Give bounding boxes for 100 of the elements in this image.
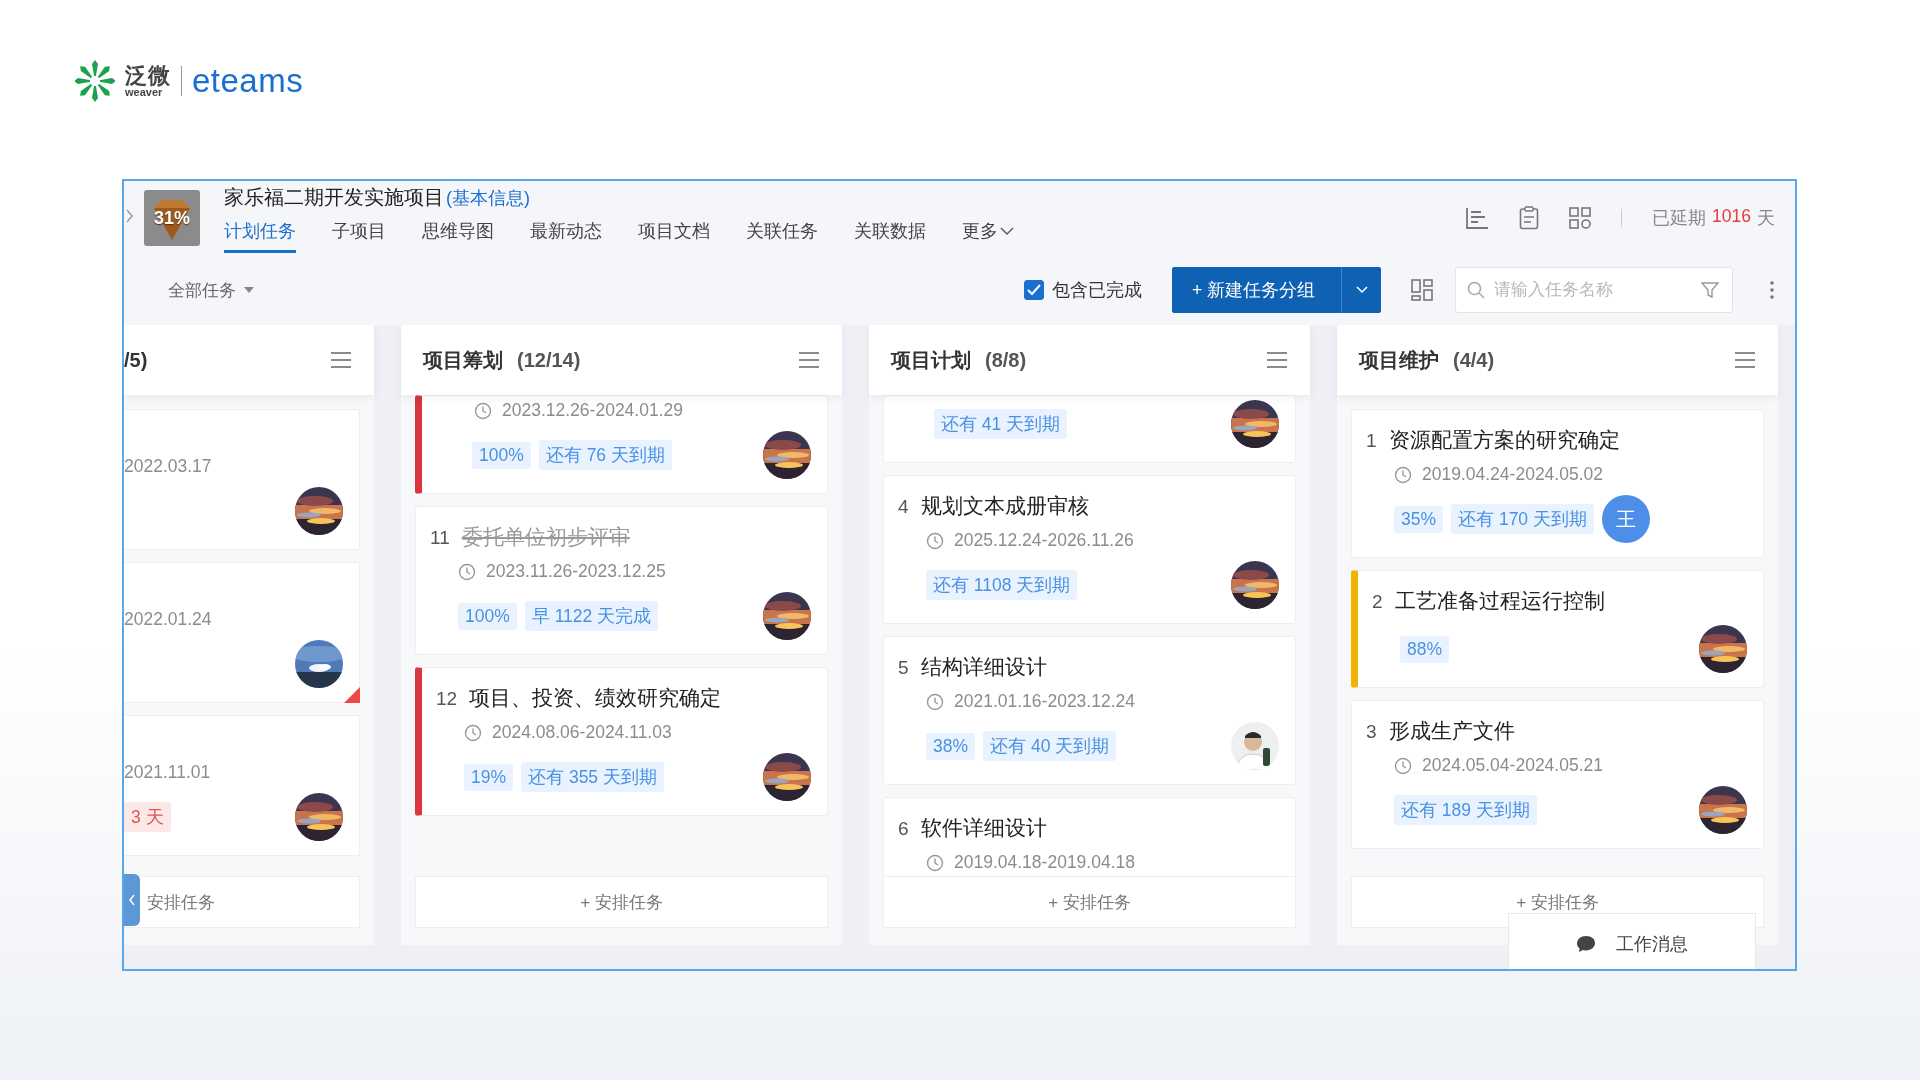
clock-icon	[926, 692, 944, 711]
tab[interactable]: 子项目	[332, 216, 386, 253]
task-title: 资源配置方案的研究确定	[1388, 427, 1620, 453]
progress-tag: 38%	[926, 732, 976, 760]
due-tag: 还有 76 天到期	[538, 440, 672, 470]
task-date: 2021.01.16-2023.12.24	[954, 691, 1135, 712]
layout-icon[interactable]	[1411, 279, 1433, 301]
add-task-button[interactable]: 安排任务	[124, 876, 360, 928]
due-tag: 早 1122 天完成	[524, 601, 659, 631]
clock-icon	[474, 401, 492, 420]
filter-icon[interactable]	[1701, 281, 1719, 299]
chat-bubble-icon	[1576, 934, 1596, 953]
search-field[interactable]: 请输入任务名称	[1455, 267, 1733, 313]
due-tag: 还有 40 天到期	[983, 731, 1117, 761]
task-title: 委托单位初步评审	[461, 524, 630, 550]
grid-icon[interactable]	[1569, 207, 1592, 229]
task-date: 2024.05.04-2024.05.21	[1422, 755, 1603, 776]
task-number: 1	[1366, 430, 1377, 452]
clock-icon	[458, 562, 476, 581]
progress-tag: 100%	[458, 602, 517, 630]
tab[interactable]: 计划任务	[224, 216, 296, 253]
tab[interactable]: 思维导图	[422, 216, 494, 253]
task-number: 4	[898, 496, 909, 518]
task-filter-dropdown[interactable]: 全部任务	[162, 277, 260, 303]
progress-tag: 35%	[1394, 505, 1444, 533]
chevron-icon[interactable]	[126, 209, 134, 223]
tab[interactable]: 关联数据	[854, 216, 926, 253]
brand-name: 泛微	[125, 64, 171, 87]
task-card[interactable]: 1 资源配置方案的研究确定 2019.04.24-2024.05.02 35% 还有 170 天到期 王	[1351, 409, 1764, 558]
tab[interactable]: 关联任务	[746, 216, 818, 253]
due-tag: 还有 1108 天到期	[926, 570, 1078, 600]
product-name: eteams	[192, 62, 304, 100]
menu-icon[interactable]	[1734, 351, 1756, 369]
brand-subtitle: weaver	[125, 86, 163, 98]
task-number: 12	[436, 688, 458, 710]
progress-tag: 19%	[464, 763, 514, 791]
task-number: 11	[430, 527, 450, 549]
clock-icon	[926, 853, 944, 872]
column-count: (12/14)	[517, 348, 581, 372]
progress-tag: 100%	[472, 441, 531, 469]
task-title: 形成生产文件	[1388, 718, 1515, 744]
due-tag: 还有 189 天到期	[1394, 795, 1537, 825]
column-title: 项目筹划	[423, 347, 503, 373]
clock-icon	[464, 723, 482, 742]
task-card[interactable]: 12 项目、投资、绩效研究确定 2024.08.06-2024.11.03 19% 还有 355 天到期	[415, 667, 828, 816]
task-number: 3	[1366, 721, 1377, 743]
task-date: 2019.04.24-2024.05.02	[1422, 464, 1603, 485]
add-task-button[interactable]: + 安排任务	[415, 876, 828, 928]
task-title: 工艺准备过程运行控制	[1394, 588, 1605, 614]
task-date: 2019.04.18-2019.04.18	[954, 852, 1135, 873]
tab[interactable]: 项目文档	[638, 216, 710, 253]
more-icon[interactable]	[1769, 280, 1775, 300]
due-tag: 3 天	[124, 802, 171, 832]
user-avatar: 王	[1601, 495, 1650, 543]
column-title: /5)	[124, 348, 148, 372]
menu-icon[interactable]	[1266, 351, 1288, 369]
add-task-button[interactable]: + 安排任务	[883, 876, 1296, 928]
task-date: 2023.12.26-2024.01.29	[502, 400, 683, 421]
column-title: 项目维护	[1359, 347, 1439, 373]
task-number: 5	[898, 657, 909, 679]
caret-down-icon	[244, 287, 254, 293]
task-title: 规划文本成册审核	[920, 493, 1089, 519]
task-card[interactable]: 3 形成生产文件 2024.05.04-2024.05.21 还有 189 天到期	[1351, 700, 1764, 849]
chevron-down-icon	[1000, 225, 1014, 236]
work-messages-toast[interactable]: 工作消息	[1508, 913, 1756, 969]
collapse-handle[interactable]	[124, 874, 140, 926]
task-title: 结构详细设计	[920, 654, 1047, 680]
clock-icon	[1394, 465, 1412, 484]
task-date: 2023.11.26-2023.12.25	[486, 561, 666, 582]
task-date: 2022.01.24	[124, 609, 212, 630]
days-unit: 天	[1757, 207, 1775, 230]
tab[interactable]: 更多	[962, 216, 1014, 253]
logo-icon	[75, 60, 115, 102]
progress-tag: 88%	[1400, 635, 1450, 663]
check-icon	[1026, 284, 1041, 296]
clipboard-icon[interactable]	[1519, 206, 1540, 230]
column-count: (8/8)	[985, 348, 1027, 372]
tab[interactable]: 最新动态	[530, 216, 602, 253]
task-card[interactable]: 2 工艺准备过程运行控制 88%	[1351, 570, 1764, 688]
task-number: 2	[1372, 591, 1383, 613]
clock-icon	[926, 531, 944, 550]
due-tag: 还有 355 天到期	[521, 762, 664, 792]
gantt-icon[interactable]	[1465, 207, 1490, 229]
chevron-down-icon	[1355, 286, 1368, 294]
column-title: 项目计划	[891, 347, 971, 373]
menu-icon[interactable]	[330, 351, 352, 369]
due-tag: 还有 170 天到期	[1451, 504, 1594, 534]
clock-icon	[1394, 756, 1412, 775]
include-done-checkbox[interactable]: 包含已完成	[1023, 278, 1142, 302]
due-tag: 还有 41 天到期	[934, 409, 1068, 439]
task-date: 2025.12.24-2026.11.26	[954, 530, 1134, 551]
basic-info-link[interactable]: (基本信息)	[446, 185, 530, 210]
task-card[interactable]: 5 结构详细设计 2021.01.16-2023.12.24 38% 还有 40 天到期	[883, 636, 1296, 785]
overdue-days: 1016	[1712, 206, 1751, 230]
menu-icon[interactable]	[798, 351, 820, 369]
task-card[interactable]: 11 委托单位初步评审 2023.11.26-2023.12.25 100% 早 1122 天完成	[415, 506, 828, 655]
overdue-label: 已延期	[1652, 207, 1707, 230]
task-card[interactable]: 6 软件详细设计 2019.04.18-2019.04.18	[883, 797, 1296, 876]
task-card[interactable]: 4 规划文本成册审核 2025.12.24-2026.11.26 还有 1108 天到期	[883, 475, 1296, 624]
progress-percent: 31%	[154, 207, 190, 229]
